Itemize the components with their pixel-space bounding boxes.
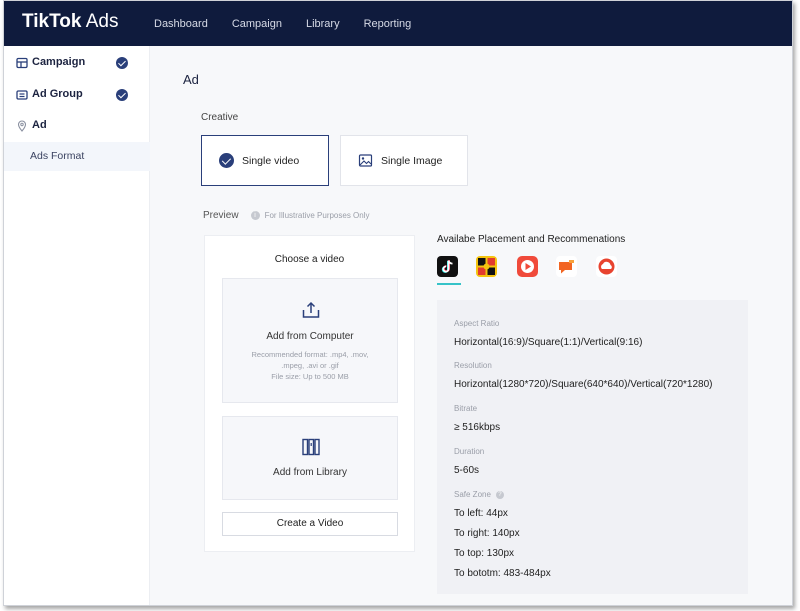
single-video-option[interactable]: Single video xyxy=(201,135,329,186)
safe-zone-header: Safe Zone? xyxy=(454,490,504,499)
safe-zone-label: Safe Zone xyxy=(454,490,491,499)
add-from-computer-card[interactable]: Add from Computer Recommended format: .m… xyxy=(222,278,398,403)
safe-zone-left: To left: 44px xyxy=(454,508,508,519)
nav-dashboard[interactable]: Dashboard xyxy=(154,18,208,30)
resolution-value: Horizontal(1280*720)/Square(640*640)/Ver… xyxy=(454,379,713,390)
sidebar-item-ad-group[interactable]: Ad Group xyxy=(4,79,150,111)
main-content: Ad Creative Single video Single Image Pr… xyxy=(150,46,792,605)
safe-zone-bottom: To bototm: 483-484px xyxy=(454,568,551,579)
pangle-icon[interactable] xyxy=(596,256,617,277)
choose-title: Choose a video xyxy=(274,254,345,265)
create-video-button[interactable]: Create a Video xyxy=(222,512,398,536)
duration-value: 5-60s xyxy=(454,465,480,476)
option-label: Single video xyxy=(242,155,300,167)
sidebar-item-label: Ad xyxy=(32,119,47,131)
library-icon xyxy=(302,438,320,456)
upload-icon xyxy=(302,301,320,318)
page-title: Ad xyxy=(183,72,199,87)
sidebar-item-label: Ad Group xyxy=(32,88,83,100)
placement-specs-panel: Aspect Ratio Horizontal(16:9)/Square(1:1… xyxy=(437,300,748,594)
top-nav: Dashboard Campaign Library Reporting xyxy=(154,1,435,46)
check-circle-icon xyxy=(116,57,128,69)
bitrate-label: Bitrate xyxy=(454,404,478,413)
topbuzz-icon[interactable] xyxy=(517,256,538,277)
babe-icon[interactable] xyxy=(556,256,577,277)
bitrate-value: ≥ 516kbps xyxy=(454,422,501,433)
check-circle-icon xyxy=(116,89,128,101)
sidebar-item-campaign[interactable]: Campaign xyxy=(4,47,150,79)
info-icon[interactable]: i xyxy=(250,211,260,220)
sidebar-item-ad[interactable]: Ad xyxy=(4,110,150,142)
add-from-library-label: Add from Library xyxy=(273,467,347,478)
sidebar-item-ads-format[interactable]: Ads Format xyxy=(4,142,150,171)
help-icon[interactable]: ? xyxy=(495,490,504,499)
campaign-icon xyxy=(16,57,28,69)
app-window: TikTok Ads Dashboard Campaign Library Re… xyxy=(3,0,793,606)
buzzvideo-icon[interactable] xyxy=(476,256,497,277)
sidebar-item-label: Campaign xyxy=(32,56,86,68)
preview-label: Preview xyxy=(203,210,239,221)
resolution-label: Resolution xyxy=(454,361,492,370)
nav-library[interactable]: Library xyxy=(306,18,340,30)
selected-placement-indicator xyxy=(437,283,461,285)
add-from-library-card[interactable]: Add from Library xyxy=(222,416,398,500)
nav-campaign[interactable]: Campaign xyxy=(232,18,282,30)
top-bar: TikTok Ads Dashboard Campaign Library Re… xyxy=(4,1,792,46)
nav-reporting[interactable]: Reporting xyxy=(364,18,412,30)
logo-suffix: Ads xyxy=(85,11,119,32)
preview-note: For Illustrative Purposes Only xyxy=(264,211,370,220)
check-circle-icon xyxy=(219,153,234,168)
option-label: Single Image xyxy=(381,155,443,167)
tiktok-ads-logo[interactable]: TikTok Ads xyxy=(22,10,118,34)
tiktok-icon[interactable] xyxy=(437,256,458,277)
choose-video-panel: Choose a video Add from Computer Recomme… xyxy=(204,235,415,552)
image-icon xyxy=(358,154,373,167)
file-size-note: File size: Up to 500 MB xyxy=(271,372,349,381)
single-image-option[interactable]: Single Image xyxy=(340,135,468,186)
format-note-line-1: Recommended format: .mp4, .mov, xyxy=(251,350,369,359)
sidebar: Campaign Ad Group Ad Ads Format xyxy=(4,46,150,605)
creative-label: Creative xyxy=(201,112,239,123)
safe-zone-top: To top: 130px xyxy=(454,548,515,559)
ad-group-icon xyxy=(16,90,28,100)
aspect-ratio-label: Aspect Ratio xyxy=(454,319,500,328)
safe-zone-right: To right: 140px xyxy=(454,528,520,539)
duration-label: Duration xyxy=(454,447,485,456)
format-note-line-2: .mpeg, .avi or .gif xyxy=(281,361,339,370)
logo-brand: TikTok xyxy=(22,11,82,32)
placement-title: Availabe Placement and Recommenations xyxy=(437,234,626,245)
preview-header: Preview i For Illustrative Purposes Only xyxy=(203,210,370,221)
aspect-ratio-value: Horizontal(16:9)/Square(1:1)/Vertical(9:… xyxy=(454,337,643,348)
location-pin-icon xyxy=(17,120,27,132)
add-from-computer-label: Add from Computer xyxy=(266,331,354,342)
